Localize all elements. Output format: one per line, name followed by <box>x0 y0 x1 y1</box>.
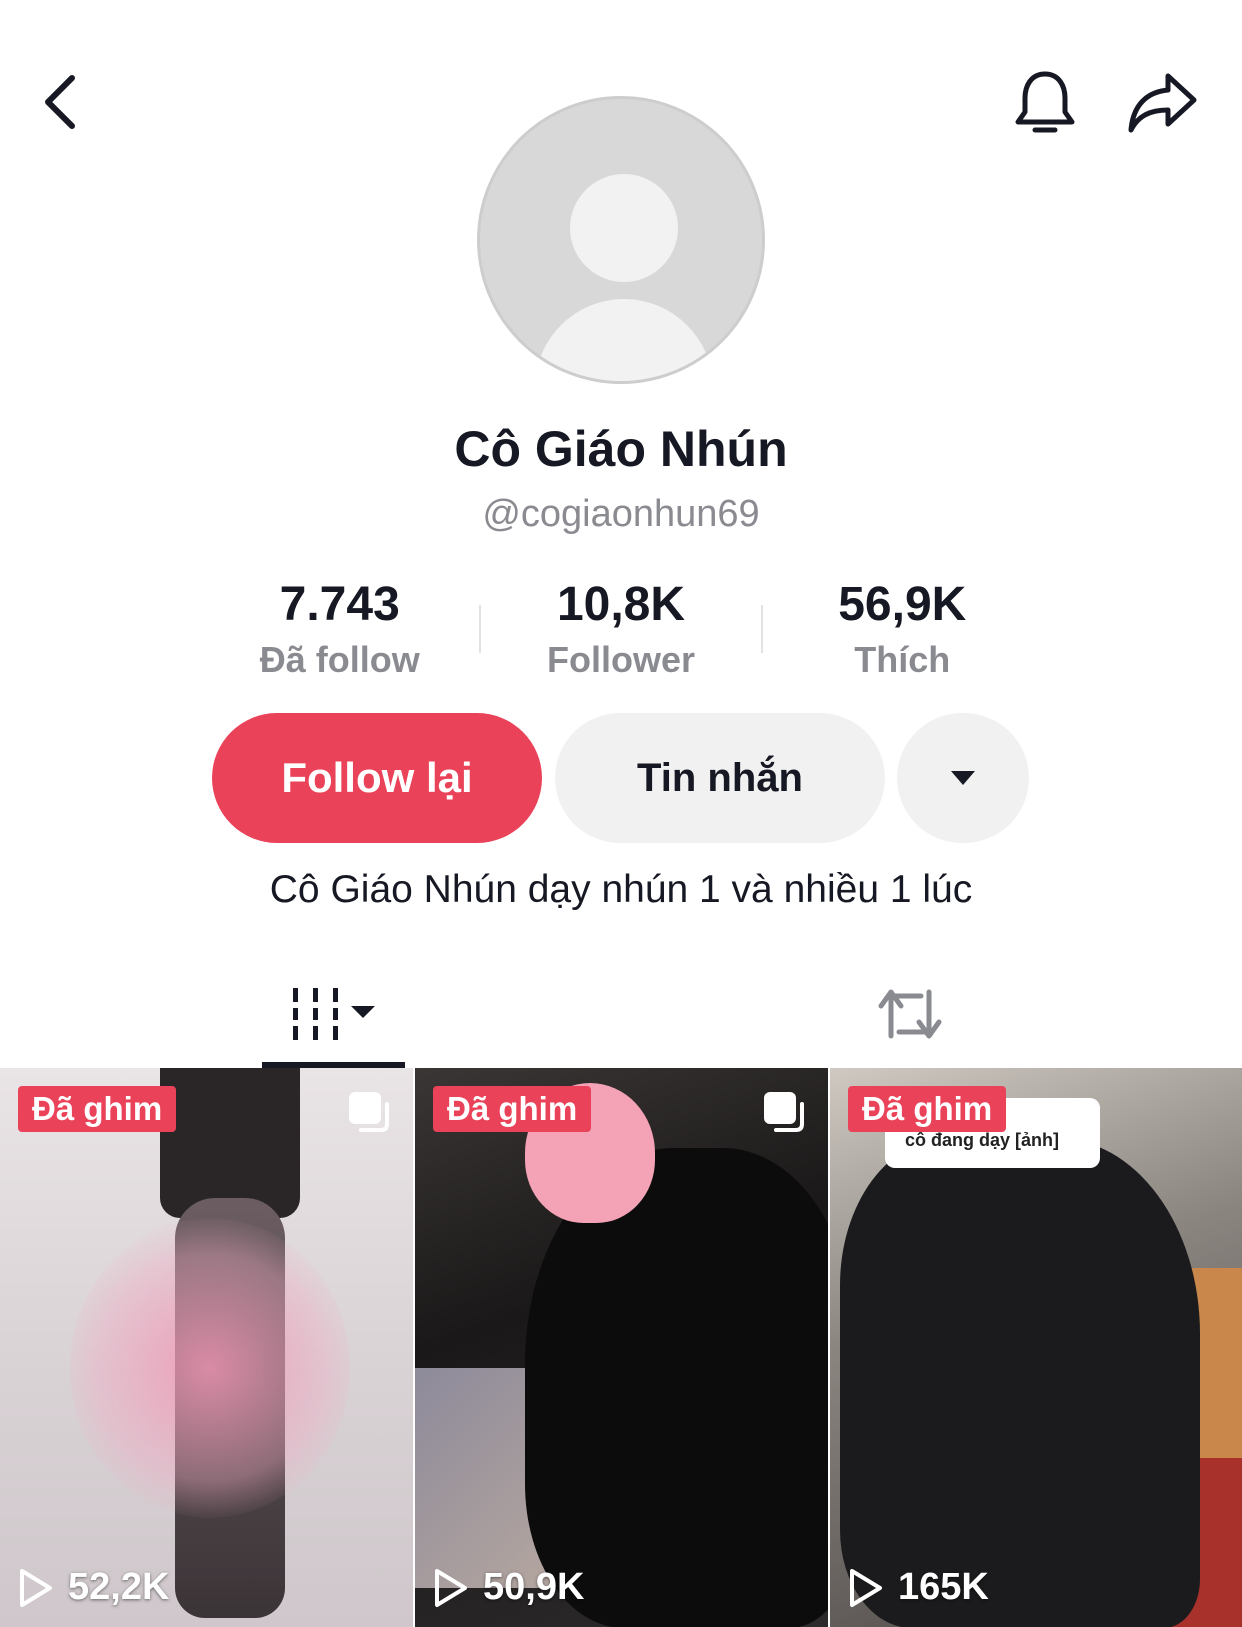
repost-icon <box>878 989 942 1039</box>
thumbnail-art <box>70 1218 350 1518</box>
pinned-badge: Đã ghim <box>433 1086 592 1132</box>
thumbnail-art <box>840 1138 1200 1627</box>
bell-icon <box>1015 71 1075 132</box>
caret-down-icon <box>951 771 975 785</box>
view-count-text: 52,2K <box>68 1566 170 1608</box>
message-button[interactable]: Tin nhắn <box>555 713 885 843</box>
back-button[interactable] <box>30 62 90 142</box>
stat-followers-label: Follower <box>546 639 695 680</box>
video-tile[interactable]: Đã ghim 50,9K <box>415 1068 828 1627</box>
view-count: 50,9K <box>433 1566 584 1609</box>
username: @cogiaonhun69 <box>482 493 760 535</box>
view-count-text: 165K <box>898 1566 989 1608</box>
view-count-text: 50,9K <box>483 1566 585 1608</box>
view-count: 52,2K <box>18 1566 169 1609</box>
stat-following-count: 7.743 <box>279 578 400 631</box>
view-count: 165K <box>848 1566 989 1609</box>
pinned-badge: Đã ghim <box>18 1086 177 1132</box>
more-options-button[interactable] <box>897 713 1029 843</box>
pinned-badge: Đã ghim <box>848 1086 1007 1132</box>
stat-likes[interactable]: 56,9K Thích <box>763 575 1042 685</box>
stat-likes-count: 56,9K <box>838 578 967 631</box>
avatar-body-placeholder <box>535 299 713 381</box>
stat-followers[interactable]: 10,8K Follower <box>481 575 760 685</box>
avatar-head-placeholder <box>570 174 678 282</box>
stat-likes-label: Thích <box>854 639 951 680</box>
share-arrow-icon <box>1128 73 1196 132</box>
video-grid: Đã ghim 52,2K Đã ghim 50,9K cô đang dạy … <box>0 1068 1242 1627</box>
video-tile[interactable]: cô đang dạy [ảnh] Đã ghim 165K <box>830 1068 1242 1627</box>
play-icon <box>435 1568 467 1607</box>
stat-following-label: Đã follow <box>259 639 420 680</box>
multi-photo-icon <box>349 1092 389 1132</box>
play-icon <box>850 1568 882 1607</box>
follow-back-button[interactable]: Follow lại <box>212 713 542 843</box>
display-name: Cô Giáo Nhún <box>454 421 788 477</box>
profile-actions: Follow lại Tin nhắn <box>0 713 1242 843</box>
stat-followers-count: 10,8K <box>556 578 686 631</box>
thumbnail-art <box>160 1068 300 1218</box>
tab-reposts[interactable] <box>860 960 960 1068</box>
notification-bell-button[interactable] <box>1005 60 1085 145</box>
content-tabs <box>0 960 1242 1068</box>
tab-videos[interactable] <box>262 960 405 1068</box>
reply-bubble-text: cô đang dạy [ảnh] <box>905 1130 1060 1150</box>
multi-photo-icon <box>764 1092 804 1132</box>
avatar[interactable] <box>477 96 765 384</box>
video-tile[interactable]: Đã ghim 52,2K <box>0 1068 413 1627</box>
stat-following[interactable]: 7.743 Đã follow <box>200 575 479 685</box>
share-button[interactable] <box>1120 60 1205 145</box>
video-grid-icon <box>292 988 375 1040</box>
chevron-left-icon <box>45 75 75 129</box>
bio-text: Cô Giáo Nhún dạy nhún 1 và nhiều 1 lúc <box>269 868 973 911</box>
play-icon <box>20 1568 52 1607</box>
stats-row: 7.743 Đã follow 10,8K Follower 56,9K Thí… <box>200 575 1042 685</box>
